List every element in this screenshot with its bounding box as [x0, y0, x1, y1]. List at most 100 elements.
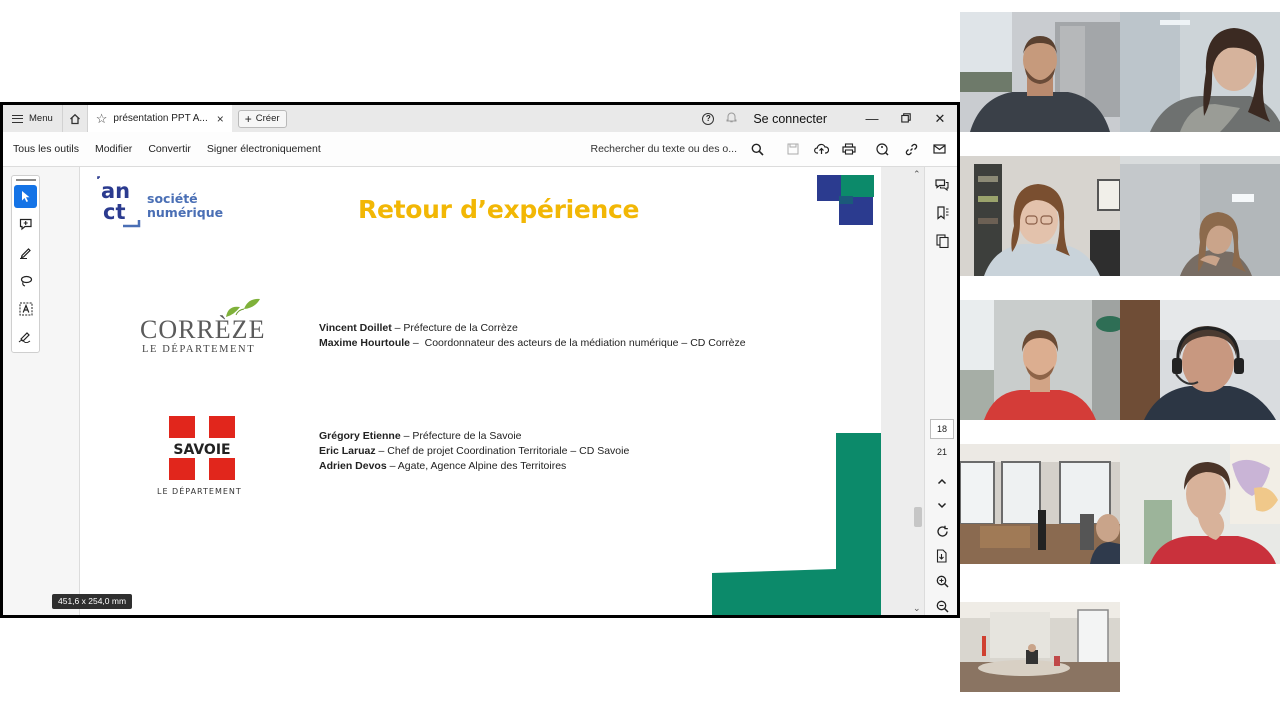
anct-subtitle: société numérique — [147, 192, 223, 220]
pdf-viewer-window: Menu ☆ présentation PPT A... × + Créer ? — [0, 102, 960, 618]
save-icon[interactable] — [779, 143, 807, 155]
plus-icon: + — [244, 111, 252, 126]
speaker-name: Eric Laruaz — [319, 445, 376, 457]
edit-button[interactable]: Modifier — [95, 143, 132, 155]
speakers-savoie: Grégory Etienne – Préfecture de la Savoi… — [319, 429, 629, 474]
scrollbar-thumb[interactable] — [914, 507, 922, 527]
rotate-icon[interactable] — [934, 523, 950, 539]
left-tool-rail — [3, 167, 80, 615]
speaker-line: Maxime Hourtoule – Coordonnateur des act… — [319, 336, 746, 351]
slide-page: an ct société numérique Retour d’expérie… — [80, 167, 881, 615]
document-tab[interactable]: ☆ présentation PPT A... × — [87, 105, 232, 132]
speaker-role: – Préfecture de la Savoie — [400, 430, 522, 442]
help-icon[interactable]: ? — [702, 112, 715, 125]
savoie-logo: SAVOIE — [169, 416, 235, 480]
correze-logo-text: CORRÈZE — [140, 315, 266, 344]
participant-video-tile[interactable] — [960, 300, 1120, 420]
minimize-icon[interactable]: — — [855, 111, 889, 126]
participant-video-tile[interactable] — [960, 156, 1120, 276]
search-icon[interactable] — [743, 143, 771, 156]
restore-icon[interactable] — [889, 111, 923, 126]
decorative-squares — [817, 175, 874, 225]
decorative-green-shape — [712, 433, 881, 615]
anct-monogram: an ct — [97, 176, 141, 228]
create-label: Créer — [255, 113, 280, 124]
pdf-viewer: Menu ☆ présentation PPT A... × + Créer ? — [3, 105, 957, 615]
cursor-icon[interactable] — [14, 185, 37, 208]
speaker-line: Grégory Etienne – Préfecture de la Savoi… — [319, 429, 629, 444]
close-icon[interactable]: ✕ — [923, 111, 957, 127]
speaker-name: Maxime Hourtoule — [319, 337, 411, 349]
correze-logo-subtitle: LE DÉPARTEMENT — [142, 344, 256, 355]
create-button[interactable]: + Créer — [237, 109, 287, 128]
speaker-name: Adrien Devos — [319, 460, 387, 472]
tab-title: présentation PPT A... — [113, 113, 208, 124]
screen: Menu ☆ présentation PPT A... × + Créer ? — [0, 0, 1280, 720]
participant-video-tile[interactable] — [960, 602, 1120, 692]
speaker-role: – Chef de projet Coordination Territoria… — [375, 445, 630, 457]
zoom-in-icon[interactable] — [934, 573, 950, 589]
sign-in-button[interactable]: Se connecter — [753, 112, 827, 126]
anct-sub-line2: numérique — [147, 205, 224, 220]
anct-line2: ct — [103, 200, 126, 224]
speaker-name: Grégory Etienne — [319, 430, 401, 442]
participant-video-tile[interactable] — [1120, 156, 1280, 276]
text-select-icon[interactable] — [14, 297, 37, 320]
speaker-line: Adrien Devos – Agate, Agence Alpine des … — [319, 459, 629, 474]
pages-icon[interactable] — [934, 233, 950, 249]
close-icon[interactable]: × — [217, 112, 224, 126]
pen-icon[interactable] — [14, 241, 37, 264]
home-icon — [69, 113, 80, 124]
e-sign-button[interactable]: Signer électroniquement — [207, 143, 321, 155]
bell-icon[interactable] — [726, 111, 737, 126]
chevron-up-icon[interactable] — [934, 473, 950, 489]
page-size-tooltip: 451,6 x 254,0 mm — [52, 594, 133, 609]
speaker-role: – Coordonnateur des acteurs de la médiat… — [410, 337, 746, 349]
speaker-line: Vincent Doillet – Préfecture de la Corrè… — [319, 321, 746, 336]
document-area: an ct société numérique Retour d’expérie… — [80, 167, 924, 615]
anct-sub-line1: société — [147, 191, 198, 206]
zoom-out-icon[interactable] — [934, 598, 950, 614]
anct-logo: an ct société numérique — [97, 176, 237, 231]
comments-icon[interactable] — [934, 177, 950, 193]
convert-button[interactable]: Convertir — [148, 143, 191, 155]
speaker-line: Eric Laruaz – Chef de projet Coordinatio… — [319, 444, 629, 459]
participant-video-tile[interactable] — [1120, 300, 1280, 420]
chevron-up-icon[interactable]: ⌃ — [913, 169, 921, 180]
participant-video-tile[interactable] — [1120, 12, 1280, 132]
vertical-scrollbar[interactable]: ⌃ ⌄ — [912, 167, 924, 615]
savoie-logo-subtitle: LE DÉPARTEMENT — [157, 487, 242, 496]
upload-icon[interactable] — [807, 143, 835, 155]
lasso-icon[interactable] — [14, 269, 37, 292]
menu-label: Menu — [29, 113, 53, 124]
speakers-correze: Vincent Doillet – Préfecture de la Corrè… — [319, 321, 746, 351]
total-pages: 21 — [936, 447, 947, 457]
speaker-name: Vincent Doillet — [319, 322, 392, 334]
print-icon[interactable] — [835, 143, 863, 155]
current-page-field[interactable]: 18 — [930, 419, 954, 439]
link-icon[interactable] — [897, 143, 925, 156]
all-tools-button[interactable]: Tous les outils — [13, 143, 79, 155]
star-icon[interactable]: ☆ — [96, 111, 108, 127]
accessibility-icon[interactable] — [869, 142, 897, 156]
home-button[interactable] — [61, 105, 88, 132]
participant-video-tile[interactable] — [1120, 444, 1280, 564]
speaker-role: – Préfecture de la Corrèze — [391, 322, 518, 334]
mail-icon[interactable] — [925, 144, 953, 154]
speaker-role: – Agate, Agence Alpine des Territoires — [386, 460, 567, 472]
chevron-down-icon[interactable] — [934, 497, 950, 513]
signature-icon[interactable] — [14, 325, 37, 348]
search-text-field[interactable]: Rechercher du texte ou des o... — [590, 143, 737, 155]
bookmark-icon[interactable] — [934, 205, 950, 221]
participant-video-tile[interactable] — [960, 444, 1120, 564]
quick-tools-panel — [11, 175, 40, 353]
savoie-logo-text: SAVOIE — [173, 442, 230, 458]
comment-icon[interactable] — [14, 213, 37, 236]
chevron-down-icon[interactable]: ⌄ — [913, 603, 921, 614]
right-rail: 18 21 — [924, 167, 957, 615]
export-icon[interactable] — [934, 548, 950, 564]
panel-grip[interactable] — [15, 179, 36, 181]
main-toolbar: Tous les outils Modifier Convertir Signe… — [3, 132, 957, 167]
participant-video-tile[interactable] — [960, 12, 1120, 132]
menu-button[interactable]: Menu — [3, 105, 62, 132]
